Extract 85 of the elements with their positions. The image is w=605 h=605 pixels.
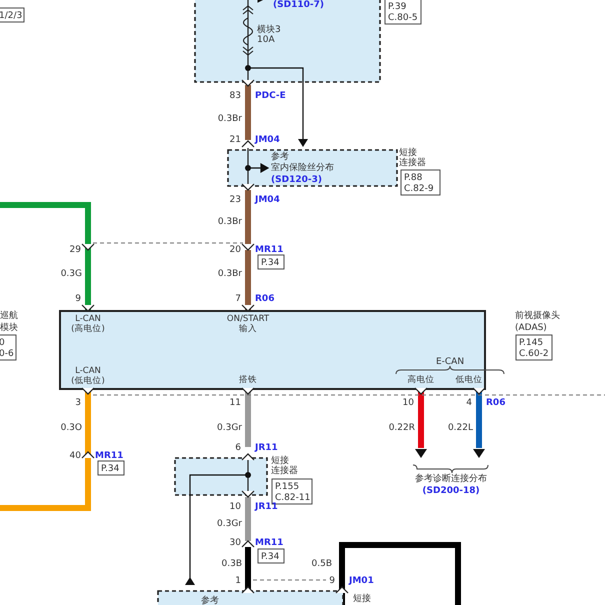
connector-chevron-icon xyxy=(241,387,255,395)
connector-type: 短接 连接器 xyxy=(271,456,298,476)
pin-number: 10 xyxy=(230,502,241,512)
link-text[interactable]: (SD120-3) xyxy=(271,175,322,185)
connector-chevron-icon xyxy=(81,243,95,251)
pin-label: ON/START 输入 xyxy=(226,314,270,334)
pin-number: 23 xyxy=(230,195,241,205)
connector-code: JR11 xyxy=(255,502,278,512)
connector-chevron-icon xyxy=(335,586,349,594)
reference-note: 参考 室内保险丝分布 xyxy=(271,152,334,173)
page-tag: P.34 xyxy=(258,548,284,564)
page-tag: P.34 xyxy=(98,460,124,476)
wire-gauge: 0.3Br xyxy=(218,114,242,124)
fuse-label: 横块3 10A xyxy=(257,25,281,45)
connector-type: 短接 连接器 xyxy=(399,148,426,168)
arrowhead-icon xyxy=(473,449,485,458)
wire-gauge: 0.3O xyxy=(60,423,82,433)
connector-chevron-icon xyxy=(241,304,255,312)
pin-label: 低电位 xyxy=(456,375,482,385)
reference-note: 参考诊断连接分布 xyxy=(415,474,487,484)
connector-chevron-icon xyxy=(472,387,486,395)
connector-code: MR11 xyxy=(95,451,124,461)
module-name: 前视摄像头 xyxy=(515,311,560,321)
connector-code: PDC-E xyxy=(255,91,286,101)
module-code: (ADAS) xyxy=(515,323,547,333)
wire-gauge: 0.3Br xyxy=(218,217,242,227)
pin-number: 30 xyxy=(230,538,241,548)
splice-dot-icon xyxy=(245,472,251,478)
connector-chevron-icon xyxy=(241,540,255,548)
connector-code: MR11 xyxy=(255,245,284,255)
wire-gauge: 0.3Br xyxy=(218,269,242,279)
pin-number: 21 xyxy=(230,135,241,145)
pin-number: 10 xyxy=(402,398,414,408)
page-reference: P.88 C.82-9 xyxy=(400,170,440,196)
connector-code: R06 xyxy=(486,398,506,408)
splice-dot-icon xyxy=(245,65,251,71)
connector-code: JM04 xyxy=(255,195,280,205)
arrow-icon xyxy=(248,67,308,147)
wire-gauge: 0.3Gr xyxy=(217,423,242,433)
pin-number: 4 xyxy=(466,398,472,408)
connector-chevron-icon xyxy=(414,387,428,395)
pin-number: 11 xyxy=(230,398,241,408)
wire-gauge: 0.3Gr xyxy=(217,519,242,529)
pin-number: 9 xyxy=(329,576,335,586)
pin-number: 6 xyxy=(235,443,241,453)
pin-number: 9 xyxy=(75,294,81,304)
pin-number: 3 xyxy=(75,398,81,408)
pin-number: 1 xyxy=(235,576,241,586)
connector-chevron-icon xyxy=(241,243,255,251)
page-reference: P.39 C.80-5 xyxy=(384,0,422,24)
arrow-icon xyxy=(185,474,248,585)
pin-label: 搭铁 xyxy=(239,375,257,385)
bus-label: E-CAN xyxy=(436,357,464,367)
connector-chevron-icon xyxy=(81,451,95,459)
splice-dot-icon xyxy=(245,165,251,171)
module-name: 巡航 模块 xyxy=(0,311,18,333)
connector-code: MR11 xyxy=(255,538,284,548)
connector-code: JR11 xyxy=(255,443,278,453)
wire-gauge: 0.3G xyxy=(60,269,82,279)
link-text[interactable]: (SD200-18) xyxy=(422,486,480,496)
pin-number: 29 xyxy=(70,245,81,255)
pin-label: L-CAN (高电位) xyxy=(71,314,105,334)
page-reference: P.145 C.60-2 xyxy=(516,334,552,360)
connector-code: R06 xyxy=(255,294,274,304)
connector-chevron-icon xyxy=(241,586,255,594)
wire-gauge: 0.22L xyxy=(448,423,473,433)
connector-code: JM01 xyxy=(349,576,374,586)
connector-chevron-icon xyxy=(81,304,95,312)
wire-gauge: 0.3B xyxy=(222,559,242,569)
connector-chevron-icon xyxy=(81,387,95,395)
arrowhead-icon xyxy=(415,449,427,458)
link-text[interactable]: (SD110-7) xyxy=(273,0,324,10)
connector-code: JM04 xyxy=(255,135,280,145)
pin-number: 83 xyxy=(230,91,241,101)
reference-note: 参考 xyxy=(201,596,219,605)
pin-number: 20 xyxy=(230,245,241,255)
page-tag: P.34 xyxy=(258,254,284,270)
connector-type: 短接 xyxy=(353,594,371,604)
pin-label: 高电位 xyxy=(408,375,434,385)
pin-number: 40 xyxy=(70,451,81,461)
pin-label: L-CAN (低电位) xyxy=(71,366,105,386)
page-reference: 1/2/3 xyxy=(0,8,24,22)
pin-number: 7 xyxy=(235,294,241,304)
wire-gauge: 0.5B xyxy=(312,559,332,569)
wire-gauge: 0.22R xyxy=(388,423,415,433)
